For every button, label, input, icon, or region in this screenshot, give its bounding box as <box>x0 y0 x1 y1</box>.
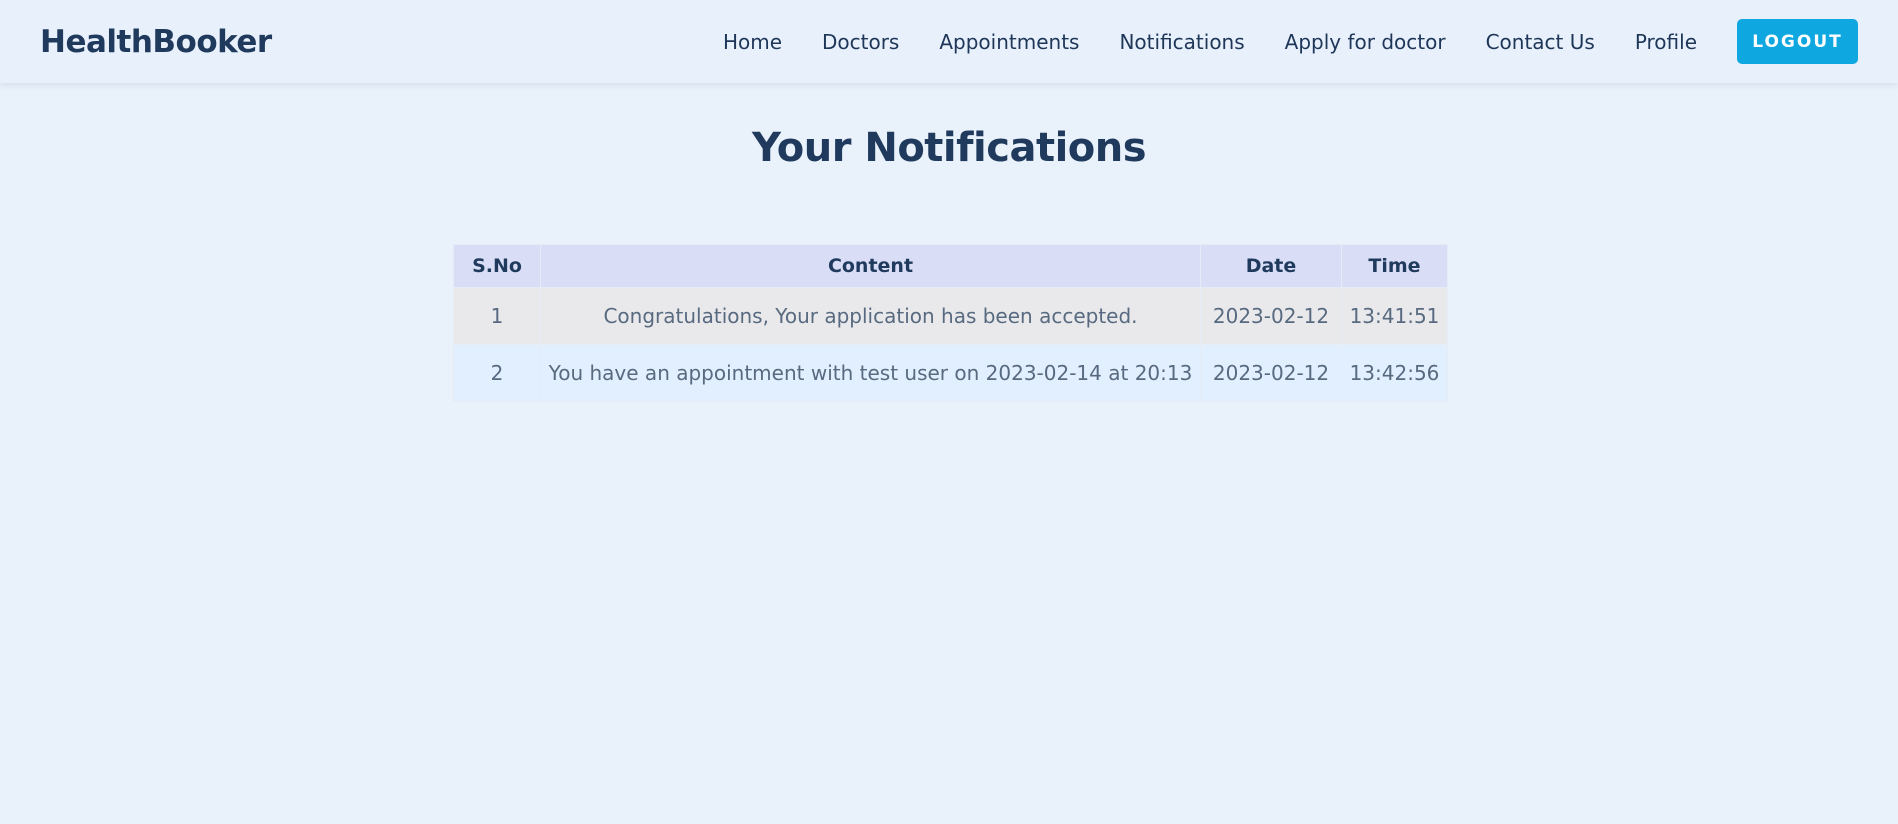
cell-date: 2023-02-12 <box>1200 287 1342 345</box>
header-date: Date <box>1200 244 1342 288</box>
nav-link-doctors[interactable]: Doctors <box>822 30 899 54</box>
notifications-table: S.No Content Date Time 1 Congratulations… <box>453 244 1448 402</box>
navbar: HealthBooker Home Doctors Appointments N… <box>0 0 1898 83</box>
cell-time: 13:42:56 <box>1341 344 1448 402</box>
nav-link-appointments[interactable]: Appointments <box>939 30 1079 54</box>
table-header-row: S.No Content Date Time <box>453 244 1448 288</box>
nav-link-home[interactable]: Home <box>723 30 782 54</box>
header-time: Time <box>1341 244 1448 288</box>
brand-logo[interactable]: HealthBooker <box>40 24 272 60</box>
cell-time: 13:41:51 <box>1341 287 1448 345</box>
nav-link-contact-us[interactable]: Contact Us <box>1486 30 1595 54</box>
notifications-table-container: S.No Content Date Time 1 Congratulations… <box>453 244 1448 402</box>
logout-button[interactable]: LOGOUT <box>1737 19 1858 64</box>
cell-content: You have an appointment with test user o… <box>540 344 1201 402</box>
nav-link-apply-for-doctor[interactable]: Apply for doctor <box>1285 30 1446 54</box>
cell-content: Congratulations, Your application has be… <box>540 287 1201 345</box>
cell-sno: 1 <box>453 287 541 345</box>
table-row: 2 You have an appointment with test user… <box>453 344 1448 402</box>
nav-link-notifications[interactable]: Notifications <box>1119 30 1244 54</box>
nav-link-profile[interactable]: Profile <box>1635 30 1697 54</box>
table-row: 1 Congratulations, Your application has … <box>453 287 1448 345</box>
header-sno: S.No <box>453 244 541 288</box>
header-content: Content <box>540 244 1201 288</box>
cell-date: 2023-02-12 <box>1200 344 1342 402</box>
cell-sno: 2 <box>453 344 541 402</box>
nav-links: Home Doctors Appointments Notifications … <box>723 0 1858 83</box>
page-title: Your Notifications <box>751 125 1147 171</box>
